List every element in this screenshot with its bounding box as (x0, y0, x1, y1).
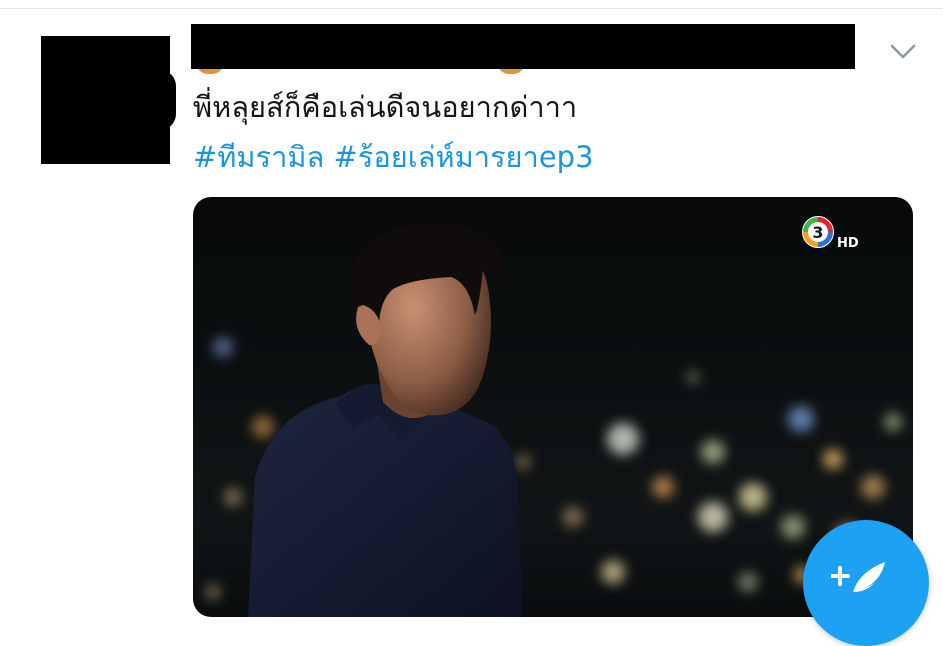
tweet-options-button[interactable] (889, 40, 917, 62)
divider (0, 8, 943, 9)
compose-tweet-button[interactable] (803, 520, 929, 646)
hashtag-line: #ทีมรามิล #ร้อยเล่ห์มารยาep3 (193, 137, 594, 177)
hashtag-link[interactable]: #ทีมรามิล (193, 140, 324, 174)
video-still (205, 223, 902, 617)
avatar[interactable] (41, 36, 170, 164)
channel-logo-graphic: 3 HD (802, 216, 859, 251)
tweet-media-video[interactable]: 3 HD (193, 197, 913, 617)
hashtag-link[interactable]: #ร้อยเล่ห์มารยาep3 (334, 140, 594, 174)
compose-tweet-icon (831, 562, 885, 592)
channel-3-hd-logo-icon: 3 HD (801, 215, 873, 251)
chevron-down-icon (890, 44, 916, 59)
svg-text:3: 3 (812, 223, 823, 242)
avatar-edge (160, 70, 176, 130)
tweet-text: พี่หลุยส์ก็คือเล่นดีจนอยากด่าาา (193, 90, 578, 124)
channel-logo-text: HD (837, 236, 859, 251)
author-name[interactable] (191, 24, 855, 69)
